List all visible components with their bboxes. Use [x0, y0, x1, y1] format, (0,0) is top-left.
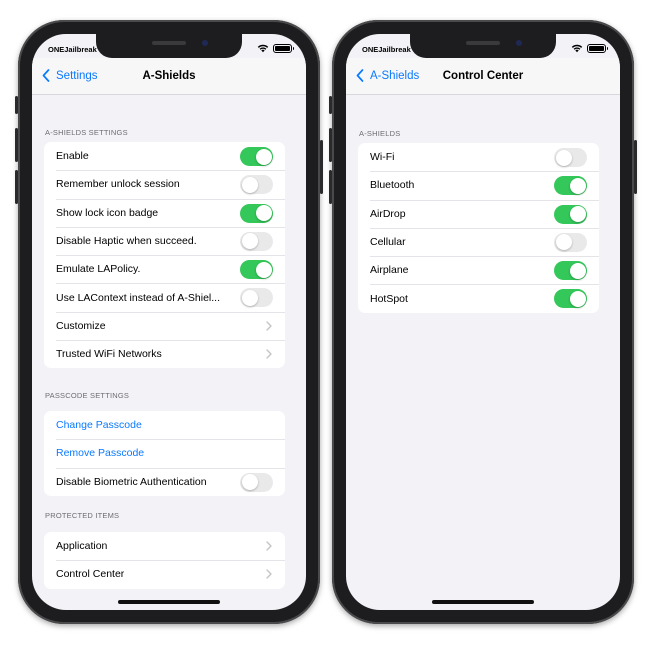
row-airplane[interactable]: Airplane	[358, 256, 599, 284]
chevron-right-icon	[266, 541, 272, 551]
row-emulate-lapolicy[interactable]: Emulate LAPolicy.	[44, 255, 285, 283]
nav-title: A-Shields	[142, 70, 196, 82]
section-header-protected-items: PROTECTED ITEMS	[45, 511, 120, 520]
row-bluetooth[interactable]: Bluetooth	[358, 171, 599, 199]
row-label: Disable Biometric Authentication	[56, 475, 207, 488]
disable-biometric-toggle[interactable]	[240, 472, 273, 492]
row-show-lock-icon-badge[interactable]: Show lock icon badge	[44, 198, 285, 227]
airdrop-toggle[interactable]	[554, 204, 587, 224]
row-label: Bluetooth	[370, 179, 415, 192]
row-label: Application	[56, 540, 108, 553]
nav-title: Control Center	[442, 70, 524, 82]
row-application[interactable]: Application	[44, 532, 285, 560]
remember-unlock-session-toggle[interactable]	[240, 175, 273, 195]
row-label: Enable	[56, 150, 89, 163]
row-cellular[interactable]: Cellular	[358, 227, 599, 256]
chevron-right-icon	[266, 321, 272, 331]
row-enable[interactable]: Enable	[44, 142, 285, 170]
group-a-shields: Wi-Fi Bluetooth AirDrop Cellular Airplan…	[358, 143, 599, 313]
row-use-lacontext[interactable]: Use LAContext instead of A-Shiel...	[44, 283, 285, 311]
bluetooth-toggle[interactable]	[554, 176, 587, 196]
row-label: Remember unlock session	[56, 178, 180, 191]
row-label: Control Center	[56, 568, 125, 581]
screen-right: ONEJailbreak A-Shields Control Center A-…	[346, 34, 620, 610]
screen-left: ONEJailbreak Settings A-Shields A-SHIELD…	[32, 34, 306, 610]
chevron-right-icon	[266, 349, 272, 359]
wifi-toggle[interactable]	[554, 148, 587, 167]
home-indicator[interactable]	[432, 600, 534, 604]
navigation-bar: Settings A-Shields	[32, 58, 306, 95]
row-disable-haptic[interactable]: Disable Haptic when succeed.	[44, 226, 285, 255]
row-label: Show lock icon badge	[56, 206, 159, 219]
chevron-right-icon	[266, 569, 272, 579]
row-airdrop[interactable]: AirDrop	[358, 199, 599, 228]
row-label: HotSpot	[370, 292, 408, 305]
row-label: Customize	[56, 319, 106, 332]
section-header-a-shields-settings: A-SHIELDS SETTINGS	[45, 128, 128, 137]
row-label: Airplane	[370, 264, 409, 277]
row-wifi[interactable]: Wi-Fi	[358, 143, 599, 171]
navigation-bar: A-Shields Control Center	[346, 58, 620, 95]
group-passcode-settings: Change Passcode Remove Passcode Disable …	[44, 411, 285, 496]
row-change-passcode[interactable]: Change Passcode	[44, 411, 285, 439]
phone-left: ONEJailbreak Settings A-Shields A-SHIELD…	[15, 20, 323, 624]
group-protected-items: Application Control Center	[44, 532, 285, 589]
status-icons	[257, 43, 294, 53]
row-label: Emulate LAPolicy.	[56, 263, 141, 276]
row-control-center[interactable]: Control Center	[44, 560, 285, 588]
use-lacontext-toggle[interactable]	[240, 288, 273, 308]
battery-icon	[273, 43, 294, 53]
cellular-toggle[interactable]	[554, 232, 587, 252]
row-label: Wi-Fi	[370, 151, 395, 164]
row-remember-unlock-session[interactable]: Remember unlock session	[44, 170, 285, 198]
wifi-icon	[571, 44, 583, 53]
power-button	[634, 140, 637, 194]
remove-passcode-link[interactable]: Remove Passcode	[56, 447, 144, 459]
phone-right: ONEJailbreak A-Shields Control Center A-…	[329, 20, 637, 624]
row-label: Disable Haptic when succeed.	[56, 235, 197, 248]
row-disable-biometric-authentication[interactable]: Disable Biometric Authentication	[44, 467, 285, 496]
airplane-toggle[interactable]	[554, 261, 587, 281]
notch	[96, 34, 242, 58]
row-trusted-wifi-networks[interactable]: Trusted WiFi Networks	[44, 340, 285, 368]
carrier-label: ONEJailbreak	[48, 45, 97, 54]
volume-up-button	[329, 128, 332, 162]
row-remove-passcode[interactable]: Remove Passcode	[44, 439, 285, 467]
disable-haptic-toggle[interactable]	[240, 231, 273, 251]
section-header-passcode-settings: PASSCODE SETTINGS	[45, 391, 130, 400]
show-lock-icon-badge-toggle[interactable]	[240, 203, 273, 223]
section-header-a-shields: A-SHIELDS	[359, 129, 401, 138]
change-passcode-link[interactable]: Change Passcode	[56, 419, 142, 431]
power-button	[320, 140, 323, 194]
wifi-icon	[257, 44, 269, 53]
row-label: Cellular	[370, 236, 406, 249]
carrier-label: ONEJailbreak	[362, 45, 411, 54]
volume-down-button	[329, 170, 332, 204]
row-label: Use LAContext instead of A-Shiel...	[56, 291, 221, 304]
silent-switch	[15, 96, 18, 114]
hotspot-toggle[interactable]	[554, 289, 587, 309]
volume-up-button	[15, 128, 18, 162]
notch	[410, 34, 556, 58]
status-icons	[571, 43, 608, 53]
row-hotspot[interactable]: HotSpot	[358, 284, 599, 312]
group-a-shields-settings: Enable Remember unlock session Show lock…	[44, 142, 285, 369]
enable-toggle[interactable]	[240, 147, 273, 166]
home-indicator[interactable]	[118, 600, 220, 604]
row-customize[interactable]: Customize	[44, 311, 285, 340]
emulate-lapolicy-toggle[interactable]	[240, 260, 273, 280]
volume-down-button	[15, 170, 18, 204]
silent-switch	[329, 96, 332, 114]
row-label: AirDrop	[370, 207, 406, 220]
battery-icon	[587, 43, 608, 53]
row-label: Trusted WiFi Networks	[56, 348, 162, 361]
